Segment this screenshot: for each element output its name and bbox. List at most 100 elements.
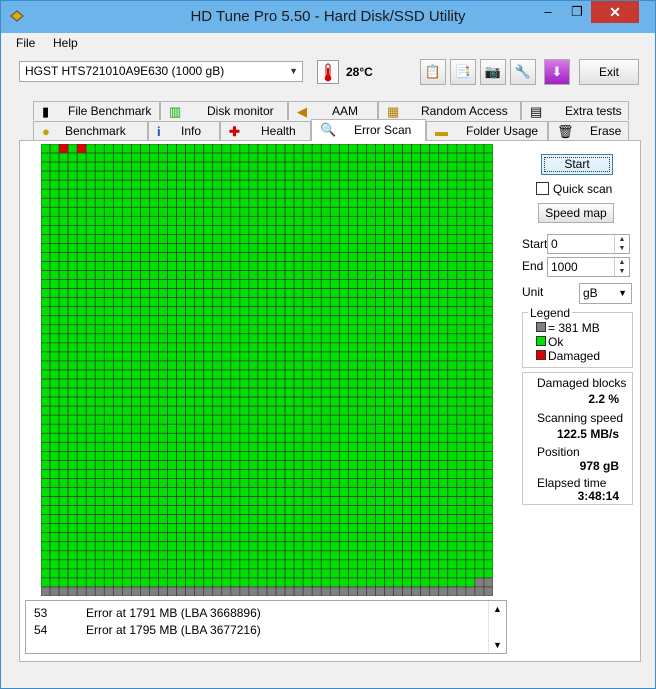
ok-block (284, 514, 295, 525)
ok-block (357, 414, 367, 425)
exit-button[interactable]: Exit (579, 59, 639, 85)
ok-block (112, 360, 123, 371)
tab-error-scan[interactable]: 🔍 Error Scan (311, 119, 426, 141)
end-field[interactable]: 1000 ▲ ▼ (547, 257, 630, 277)
ok-block (76, 333, 87, 344)
ok-block (212, 405, 223, 416)
ok-block (348, 225, 358, 235)
copy-info-button[interactable]: 📋 (420, 59, 446, 85)
download-button[interactable]: ⬇ (544, 59, 570, 85)
unscanned-block (185, 586, 196, 596)
ok-block (158, 369, 168, 380)
ok-block (67, 505, 78, 515)
quick-scan-checkbox[interactable]: Quick scan (536, 182, 612, 196)
ok-block (420, 351, 431, 362)
tab-benchmark[interactable]: ● Benchmark (33, 121, 148, 140)
ok-block (483, 396, 493, 407)
ok-block (375, 225, 385, 235)
tab-info[interactable]: i Info (148, 121, 220, 140)
tab-folder-usage[interactable]: ▬ Folder Usage (426, 121, 548, 140)
start-field[interactable]: 0 ▲ ▼ (547, 234, 630, 254)
ok-block (248, 396, 259, 407)
tab-aam[interactable]: ◀ AAM (288, 101, 378, 120)
ok-block (49, 496, 60, 506)
ok-block (311, 342, 322, 353)
ok-block (465, 197, 476, 208)
ok-block (167, 414, 177, 425)
ok-block (465, 324, 476, 335)
tab-file-benchmark[interactable]: ▮ File Benchmark (33, 101, 160, 120)
ok-block (375, 514, 385, 525)
ok-block (375, 541, 385, 552)
ok-block (275, 270, 286, 280)
ok-block (302, 252, 313, 262)
app-window: HD Tune Pro 5.50 - Hard Disk/SSD Utility… (0, 0, 656, 689)
unit-select[interactable]: gB ▼ (579, 283, 632, 304)
maximize-button[interactable]: ❐ (562, 1, 592, 23)
ok-block (411, 315, 422, 326)
ok-block (275, 261, 286, 271)
ok-block (429, 523, 440, 534)
ok-block (41, 261, 51, 271)
ok-block (239, 144, 250, 154)
scroll-down-icon[interactable]: ▼ (493, 640, 502, 650)
ok-block (293, 568, 304, 579)
ok-block (465, 288, 476, 299)
ok-block (67, 559, 78, 570)
ok-block (375, 441, 385, 452)
ok-block (438, 215, 449, 226)
speed-map-button[interactable]: Speed map (538, 203, 614, 223)
ok-block (293, 342, 304, 353)
copy-button[interactable]: 📑 (450, 59, 476, 85)
log-scrollbar[interactable]: ▲ ▼ (488, 601, 506, 653)
menu-help[interactable]: Help (53, 36, 78, 50)
ok-block (194, 144, 205, 154)
screenshot-button[interactable]: 📷 (480, 59, 506, 85)
ok-block (112, 423, 123, 434)
start-button[interactable]: Start (541, 154, 613, 175)
error-log-list[interactable]: 53 Error at 1791 MB (LBA 3668896) 54 Error… (25, 600, 507, 654)
ok-block (348, 315, 358, 326)
ok-block (266, 387, 277, 398)
ok-block (284, 270, 295, 280)
ok-block (447, 215, 458, 226)
ok-block (411, 188, 422, 199)
tab-health[interactable]: ✚ Health (220, 121, 311, 140)
drive-select[interactable]: HGST HTS721010A9E630 (1000 gB) ▼ (19, 61, 303, 82)
tab-random-access[interactable]: ▦ Random Access (378, 101, 521, 120)
ok-block (429, 197, 440, 208)
title-bar[interactable]: HD Tune Pro 5.50 - Hard Disk/SSD Utility… (1, 1, 655, 33)
ok-block (41, 351, 51, 362)
ok-block (311, 206, 322, 217)
ok-block (67, 360, 78, 371)
ok-block (41, 306, 51, 317)
ok-block (447, 252, 458, 262)
ok-block (311, 225, 322, 235)
ok-block (275, 333, 286, 344)
ok-block (203, 432, 214, 443)
ok-block (284, 333, 295, 344)
spinner-arrows-icon[interactable]: ▲ ▼ (614, 258, 629, 276)
ok-block (257, 161, 268, 172)
tab-disk-monitor[interactable]: ▥ Disk monitor (160, 101, 288, 120)
spinner-arrows-icon[interactable]: ▲ ▼ (614, 235, 629, 253)
options-button[interactable]: 🔧 (510, 59, 536, 85)
ok-block (483, 432, 493, 443)
ok-block (329, 333, 340, 344)
ok-block (194, 405, 205, 416)
close-button[interactable]: ✕ (591, 1, 639, 23)
ok-block (348, 532, 358, 543)
menu-file[interactable]: File (16, 36, 35, 50)
ok-block (158, 279, 168, 289)
ok-block (58, 351, 69, 362)
scroll-up-icon[interactable]: ▲ (493, 604, 502, 614)
ok-block (212, 460, 223, 470)
ok-block (348, 559, 358, 570)
ok-block (239, 152, 250, 163)
tab-extra-tests[interactable]: ▤ Extra tests (521, 101, 629, 120)
ok-block (158, 378, 168, 389)
tab-erase[interactable]: 🗑 Erase (548, 121, 629, 140)
ok-block (393, 324, 403, 335)
ok-block (284, 451, 295, 461)
minimize-button[interactable]: ‒ (533, 1, 563, 23)
